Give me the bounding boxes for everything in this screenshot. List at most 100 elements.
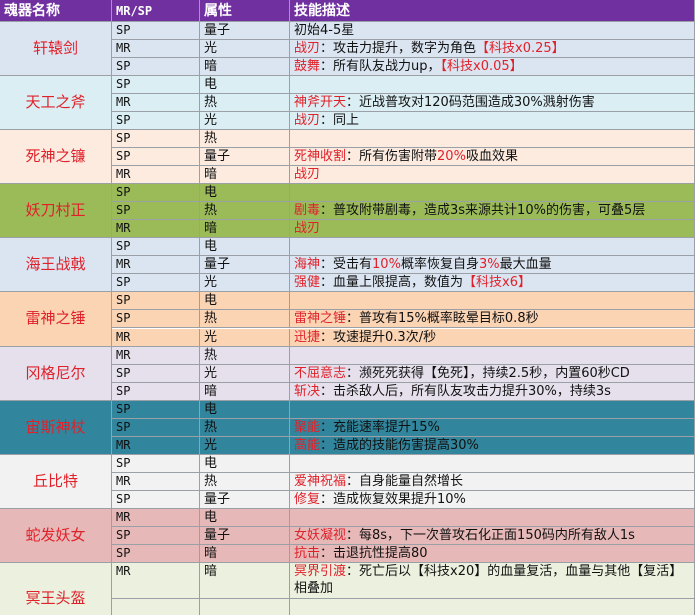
skill-desc-cell[interactable]: 抗击：击退抗性提高80 [290,544,695,563]
skill-desc-cell[interactable]: 女妖凝视：每8s，下一次普攻石化正面150码内所有敌人1s [290,526,695,545]
skill-desc-cell[interactable] [290,292,695,311]
type-cell[interactable]: SP [112,400,200,419]
attribute-cell[interactable]: 光 [200,328,290,347]
skill-desc-cell[interactable]: 海神：受击有10%概率恢复自身3%最大血量 [290,256,695,275]
skill-desc-cell[interactable]: 剧毒：普攻附带剧毒，造成3s来源共计10%的伤害，可叠5层 [290,202,695,221]
attribute-cell[interactable]: 暗 [200,544,290,563]
attribute-cell[interactable]: 电 [200,400,290,419]
item-name-cell[interactable]: 海王战戟 [0,238,112,293]
type-cell[interactable]: SP [112,454,200,473]
type-cell[interactable]: SP [112,112,200,131]
type-cell[interactable]: SP [112,418,200,437]
type-cell[interactable]: MR [112,508,200,527]
item-name-cell[interactable]: 妖刀村正 [0,184,112,239]
skill-desc-cell[interactable]: 爱神祝福：自身能量自然增长 [290,472,695,491]
attribute-cell[interactable]: 量子 [200,526,290,545]
skill-desc-cell[interactable] [290,400,695,419]
attribute-cell[interactable]: 电 [200,76,290,95]
skill-desc-cell[interactable]: 冥界引渡：死亡后以【科技x20】的血量复活，血量与其他【复活】相叠加 [290,562,695,599]
header-desc[interactable]: 技能描述 [290,0,695,22]
type-cell[interactable]: SP [112,76,200,95]
skill-desc-cell[interactable]: 不屈意志：濒死死获得【免死】，持续2.5秒，内置60秒CD [290,364,695,383]
type-cell[interactable]: SP [112,184,200,203]
type-cell[interactable]: MR [112,562,200,599]
skill-desc-cell[interactable]: 斩决：击杀敌人后，所有队友攻击力提升30%，持续3s [290,382,695,401]
attribute-cell[interactable]: 电 [200,454,290,473]
item-name-cell[interactable]: 蛇发妖女 [0,508,112,563]
skill-desc-cell[interactable] [290,130,695,149]
type-cell[interactable]: SP [112,22,200,41]
item-name-cell[interactable]: 死神之镰 [0,130,112,185]
type-cell[interactable]: MR [112,472,200,491]
attribute-cell[interactable]: 电 [200,184,290,203]
item-name-cell[interactable]: 宙斯神杖 [0,400,112,455]
skill-desc-cell[interactable]: 战刃 [290,166,695,185]
item-name-cell[interactable]: 冥王头盔 [0,562,112,615]
type-cell[interactable]: SP [112,292,200,311]
type-cell[interactable]: SP [112,544,200,563]
attribute-cell[interactable]: 暗 [200,382,290,401]
skill-desc-cell[interactable] [290,238,695,257]
skill-desc-cell[interactable]: 战刃：攻击力提升，数字为角色【科技x0.25】 [290,40,695,59]
attribute-cell[interactable]: 量子 [200,256,290,275]
type-cell[interactable]: SP [112,58,200,77]
type-cell[interactable]: SP [112,382,200,401]
type-cell[interactable]: SP [112,274,200,293]
type-cell[interactable]: MR [112,94,200,113]
skill-desc-cell[interactable]: 雷神之锤：普攻有15%概率眩晕目标0.8秒 [290,310,695,329]
header-name[interactable]: 魂器名称 [0,0,112,22]
skill-desc-cell[interactable]: 聚能：充能速率提升15% [290,418,695,437]
type-cell[interactable]: SP [112,310,200,329]
type-cell[interactable]: MR [112,166,200,185]
skill-desc-cell[interactable]: 战刃：同上 [290,112,695,131]
attribute-cell[interactable]: 量子 [200,148,290,167]
header-type[interactable]: MR/SP [112,0,200,22]
type-cell[interactable]: SP [112,238,200,257]
skill-desc-cell[interactable]: 死神收割：所有伤害附带20%吸血效果 [290,148,695,167]
attribute-cell[interactable]: 暗 [200,166,290,185]
type-cell[interactable]: MR [112,40,200,59]
item-name-cell[interactable]: 雷神之锤 [0,292,112,347]
skill-desc-cell[interactable]: 战刃 [290,220,695,239]
item-name-cell[interactable]: 天工之斧 [0,76,112,131]
attribute-cell[interactable]: 光 [200,364,290,383]
skill-desc-cell[interactable]: 高能：造成的技能伤害提高30% [290,436,695,455]
header-attr[interactable]: 属性 [200,0,290,22]
skill-desc-cell[interactable] [290,508,695,527]
attribute-cell[interactable]: 暗 [200,562,290,599]
attribute-cell[interactable]: 热 [200,346,290,365]
attribute-cell[interactable]: 量子 [200,22,290,41]
skill-desc-cell[interactable]: 初始4-5星 [290,22,695,41]
type-cell[interactable]: SP [112,130,200,149]
skill-desc-cell[interactable]: 修复：造成恢复效果提升10% [290,490,695,509]
skill-desc-cell[interactable]: 神斧开天：近战普攻对120码范围造成30%溅射伤害 [290,94,695,113]
type-cell[interactable] [112,598,200,615]
skill-desc-cell[interactable] [290,598,695,615]
skill-desc-cell[interactable] [290,76,695,95]
attribute-cell[interactable]: 热 [200,310,290,329]
type-cell[interactable]: SP [112,526,200,545]
type-cell[interactable]: SP [112,148,200,167]
type-cell[interactable]: SP [112,202,200,221]
skill-desc-cell[interactable] [290,346,695,365]
type-cell[interactable]: MR [112,436,200,455]
type-cell[interactable]: MR [112,328,200,347]
item-name-cell[interactable]: 丘比特 [0,454,112,509]
attribute-cell[interactable]: 暗 [200,58,290,77]
attribute-cell[interactable]: 光 [200,274,290,293]
attribute-cell[interactable]: 热 [200,418,290,437]
type-cell[interactable]: SP [112,490,200,509]
skill-desc-cell[interactable]: 迅捷：攻速提升0.3次/秒 [290,328,695,347]
attribute-cell[interactable]: 热 [200,472,290,491]
attribute-cell[interactable]: 量子 [200,490,290,509]
skill-desc-cell[interactable] [290,184,695,203]
attribute-cell[interactable]: 光 [200,436,290,455]
skill-desc-cell[interactable]: 鼓舞：所有队友战力up，【科技x0.05】 [290,58,695,77]
attribute-cell[interactable]: 电 [200,508,290,527]
skill-desc-cell[interactable] [290,454,695,473]
attribute-cell[interactable]: 热 [200,94,290,113]
item-name-cell[interactable]: 轩辕剑 [0,22,112,77]
skill-desc-cell[interactable]: 强健：血量上限提高，数值为【科技x6】 [290,274,695,293]
type-cell[interactable]: MR [112,346,200,365]
attribute-cell[interactable]: 光 [200,40,290,59]
